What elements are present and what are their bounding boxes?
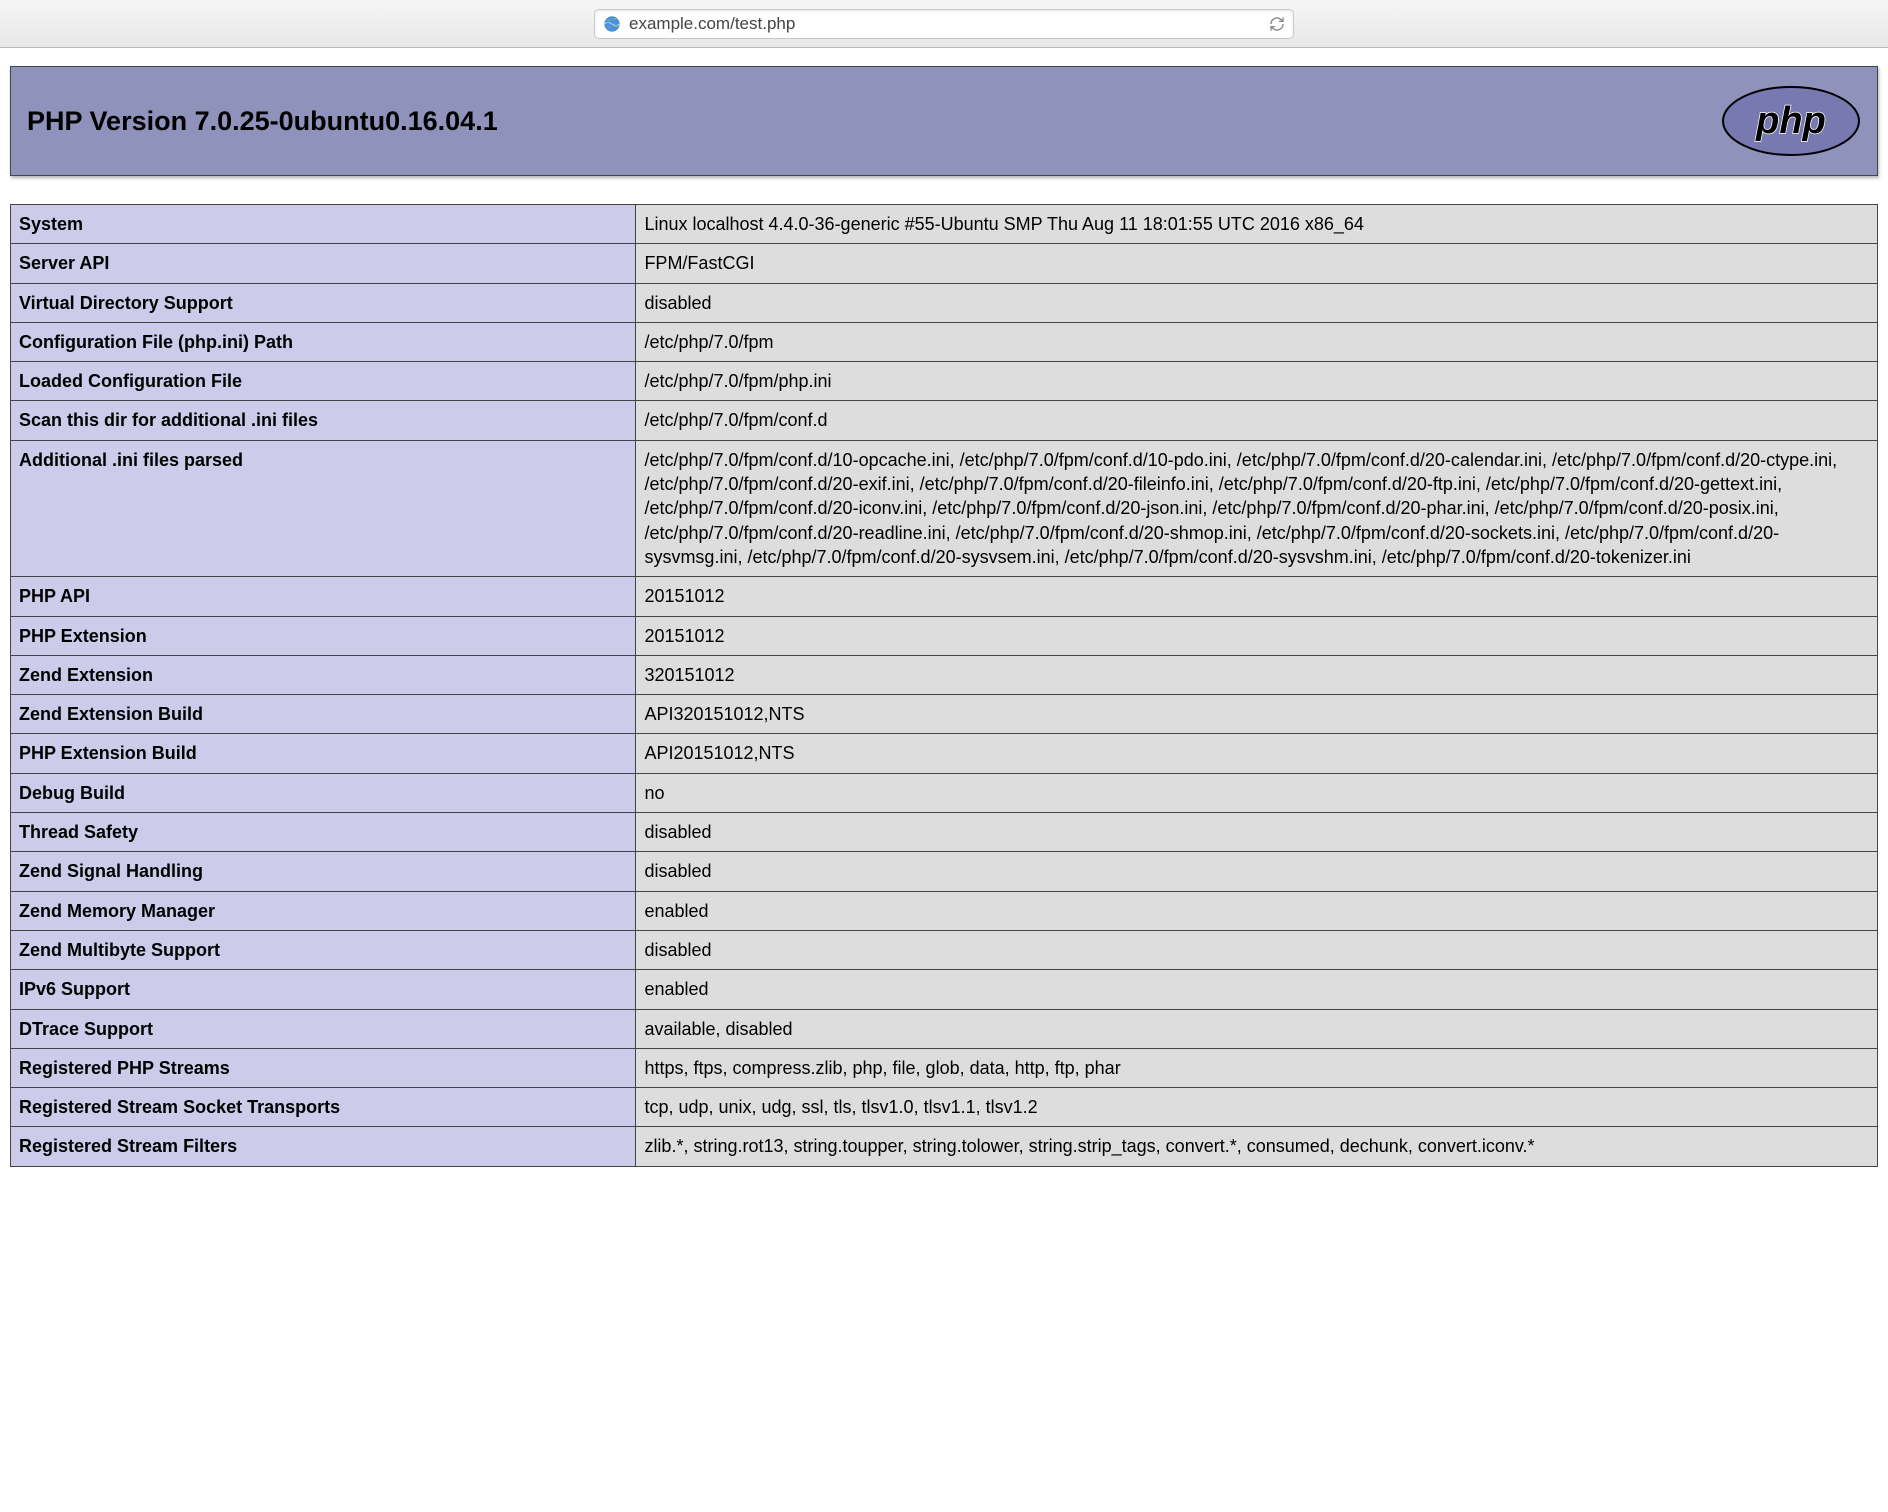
info-value: API320151012,NTS	[636, 695, 1878, 734]
table-row: PHP API20151012	[11, 577, 1878, 616]
info-value: no	[636, 773, 1878, 812]
address-bar[interactable]: example.com/test.php	[594, 9, 1294, 39]
info-value: API20151012,NTS	[636, 734, 1878, 773]
table-row: IPv6 Supportenabled	[11, 970, 1878, 1009]
page-content: PHP Version 7.0.25-0ubuntu0.16.04.1 php …	[0, 48, 1888, 1185]
table-row: Registered Stream Socket Transportstcp, …	[11, 1088, 1878, 1127]
info-value: 320151012	[636, 655, 1878, 694]
info-key: Debug Build	[11, 773, 636, 812]
info-value: enabled	[636, 891, 1878, 930]
info-key: IPv6 Support	[11, 970, 636, 1009]
info-key: Additional .ini files parsed	[11, 440, 636, 576]
info-key: PHP Extension Build	[11, 734, 636, 773]
table-row: DTrace Supportavailable, disabled	[11, 1009, 1878, 1048]
info-key: Server API	[11, 244, 636, 283]
info-value: https, ftps, compress.zlib, php, file, g…	[636, 1048, 1878, 1087]
info-key: Registered Stream Filters	[11, 1127, 636, 1166]
table-row: PHP Extension BuildAPI20151012,NTS	[11, 734, 1878, 773]
table-row: Thread Safetydisabled	[11, 813, 1878, 852]
info-key: Zend Memory Manager	[11, 891, 636, 930]
info-value: available, disabled	[636, 1009, 1878, 1048]
table-row: PHP Extension20151012	[11, 616, 1878, 655]
table-row: Zend Multibyte Supportdisabled	[11, 930, 1878, 969]
info-key: Zend Multibyte Support	[11, 930, 636, 969]
info-key: Configuration File (php.ini) Path	[11, 322, 636, 361]
svg-text:php: php	[1755, 100, 1826, 142]
table-row: Registered Stream Filterszlib.*, string.…	[11, 1127, 1878, 1166]
info-key: Virtual Directory Support	[11, 283, 636, 322]
info-key: Zend Signal Handling	[11, 852, 636, 891]
info-key: PHP Extension	[11, 616, 636, 655]
info-key: Registered PHP Streams	[11, 1048, 636, 1087]
globe-icon	[603, 15, 621, 33]
reload-icon[interactable]	[1269, 16, 1285, 32]
info-key: DTrace Support	[11, 1009, 636, 1048]
browser-toolbar: example.com/test.php	[0, 0, 1888, 48]
info-value: zlib.*, string.rot13, string.toupper, st…	[636, 1127, 1878, 1166]
page-title: PHP Version 7.0.25-0ubuntu0.16.04.1	[27, 106, 498, 137]
table-row: Zend Extension BuildAPI320151012,NTS	[11, 695, 1878, 734]
table-row: Loaded Configuration File/etc/php/7.0/fp…	[11, 362, 1878, 401]
info-value: /etc/php/7.0/fpm/php.ini	[636, 362, 1878, 401]
table-row: Server APIFPM/FastCGI	[11, 244, 1878, 283]
table-row: Zend Memory Managerenabled	[11, 891, 1878, 930]
info-value: 20151012	[636, 577, 1878, 616]
table-row: Zend Extension320151012	[11, 655, 1878, 694]
info-value: 20151012	[636, 616, 1878, 655]
info-value: disabled	[636, 852, 1878, 891]
table-row: Scan this dir for additional .ini files/…	[11, 401, 1878, 440]
info-key: Thread Safety	[11, 813, 636, 852]
table-row: SystemLinux localhost 4.4.0-36-generic #…	[11, 205, 1878, 244]
info-value: /etc/php/7.0/fpm	[636, 322, 1878, 361]
phpinfo-header: PHP Version 7.0.25-0ubuntu0.16.04.1 php	[10, 66, 1878, 176]
info-value: /etc/php/7.0/fpm/conf.d	[636, 401, 1878, 440]
info-value: enabled	[636, 970, 1878, 1009]
info-key: Scan this dir for additional .ini files	[11, 401, 636, 440]
info-key: Zend Extension	[11, 655, 636, 694]
table-row: Zend Signal Handlingdisabled	[11, 852, 1878, 891]
info-value: disabled	[636, 813, 1878, 852]
info-key: System	[11, 205, 636, 244]
info-key: Loaded Configuration File	[11, 362, 636, 401]
phpinfo-table: SystemLinux localhost 4.4.0-36-generic #…	[10, 204, 1878, 1167]
info-value: disabled	[636, 930, 1878, 969]
info-key: Registered Stream Socket Transports	[11, 1088, 636, 1127]
table-row: Additional .ini files parsed/etc/php/7.0…	[11, 440, 1878, 576]
info-value: disabled	[636, 283, 1878, 322]
info-key: PHP API	[11, 577, 636, 616]
info-value: /etc/php/7.0/fpm/conf.d/10-opcache.ini, …	[636, 440, 1878, 576]
info-value: Linux localhost 4.4.0-36-generic #55-Ubu…	[636, 205, 1878, 244]
info-value: tcp, udp, unix, udg, ssl, tls, tlsv1.0, …	[636, 1088, 1878, 1127]
table-row: Virtual Directory Supportdisabled	[11, 283, 1878, 322]
info-key: Zend Extension Build	[11, 695, 636, 734]
table-row: Registered PHP Streamshttps, ftps, compr…	[11, 1048, 1878, 1087]
table-row: Configuration File (php.ini) Path/etc/ph…	[11, 322, 1878, 361]
table-row: Debug Buildno	[11, 773, 1878, 812]
info-value: FPM/FastCGI	[636, 244, 1878, 283]
php-logo-icon: php	[1721, 85, 1861, 157]
url-text: example.com/test.php	[629, 14, 1269, 34]
